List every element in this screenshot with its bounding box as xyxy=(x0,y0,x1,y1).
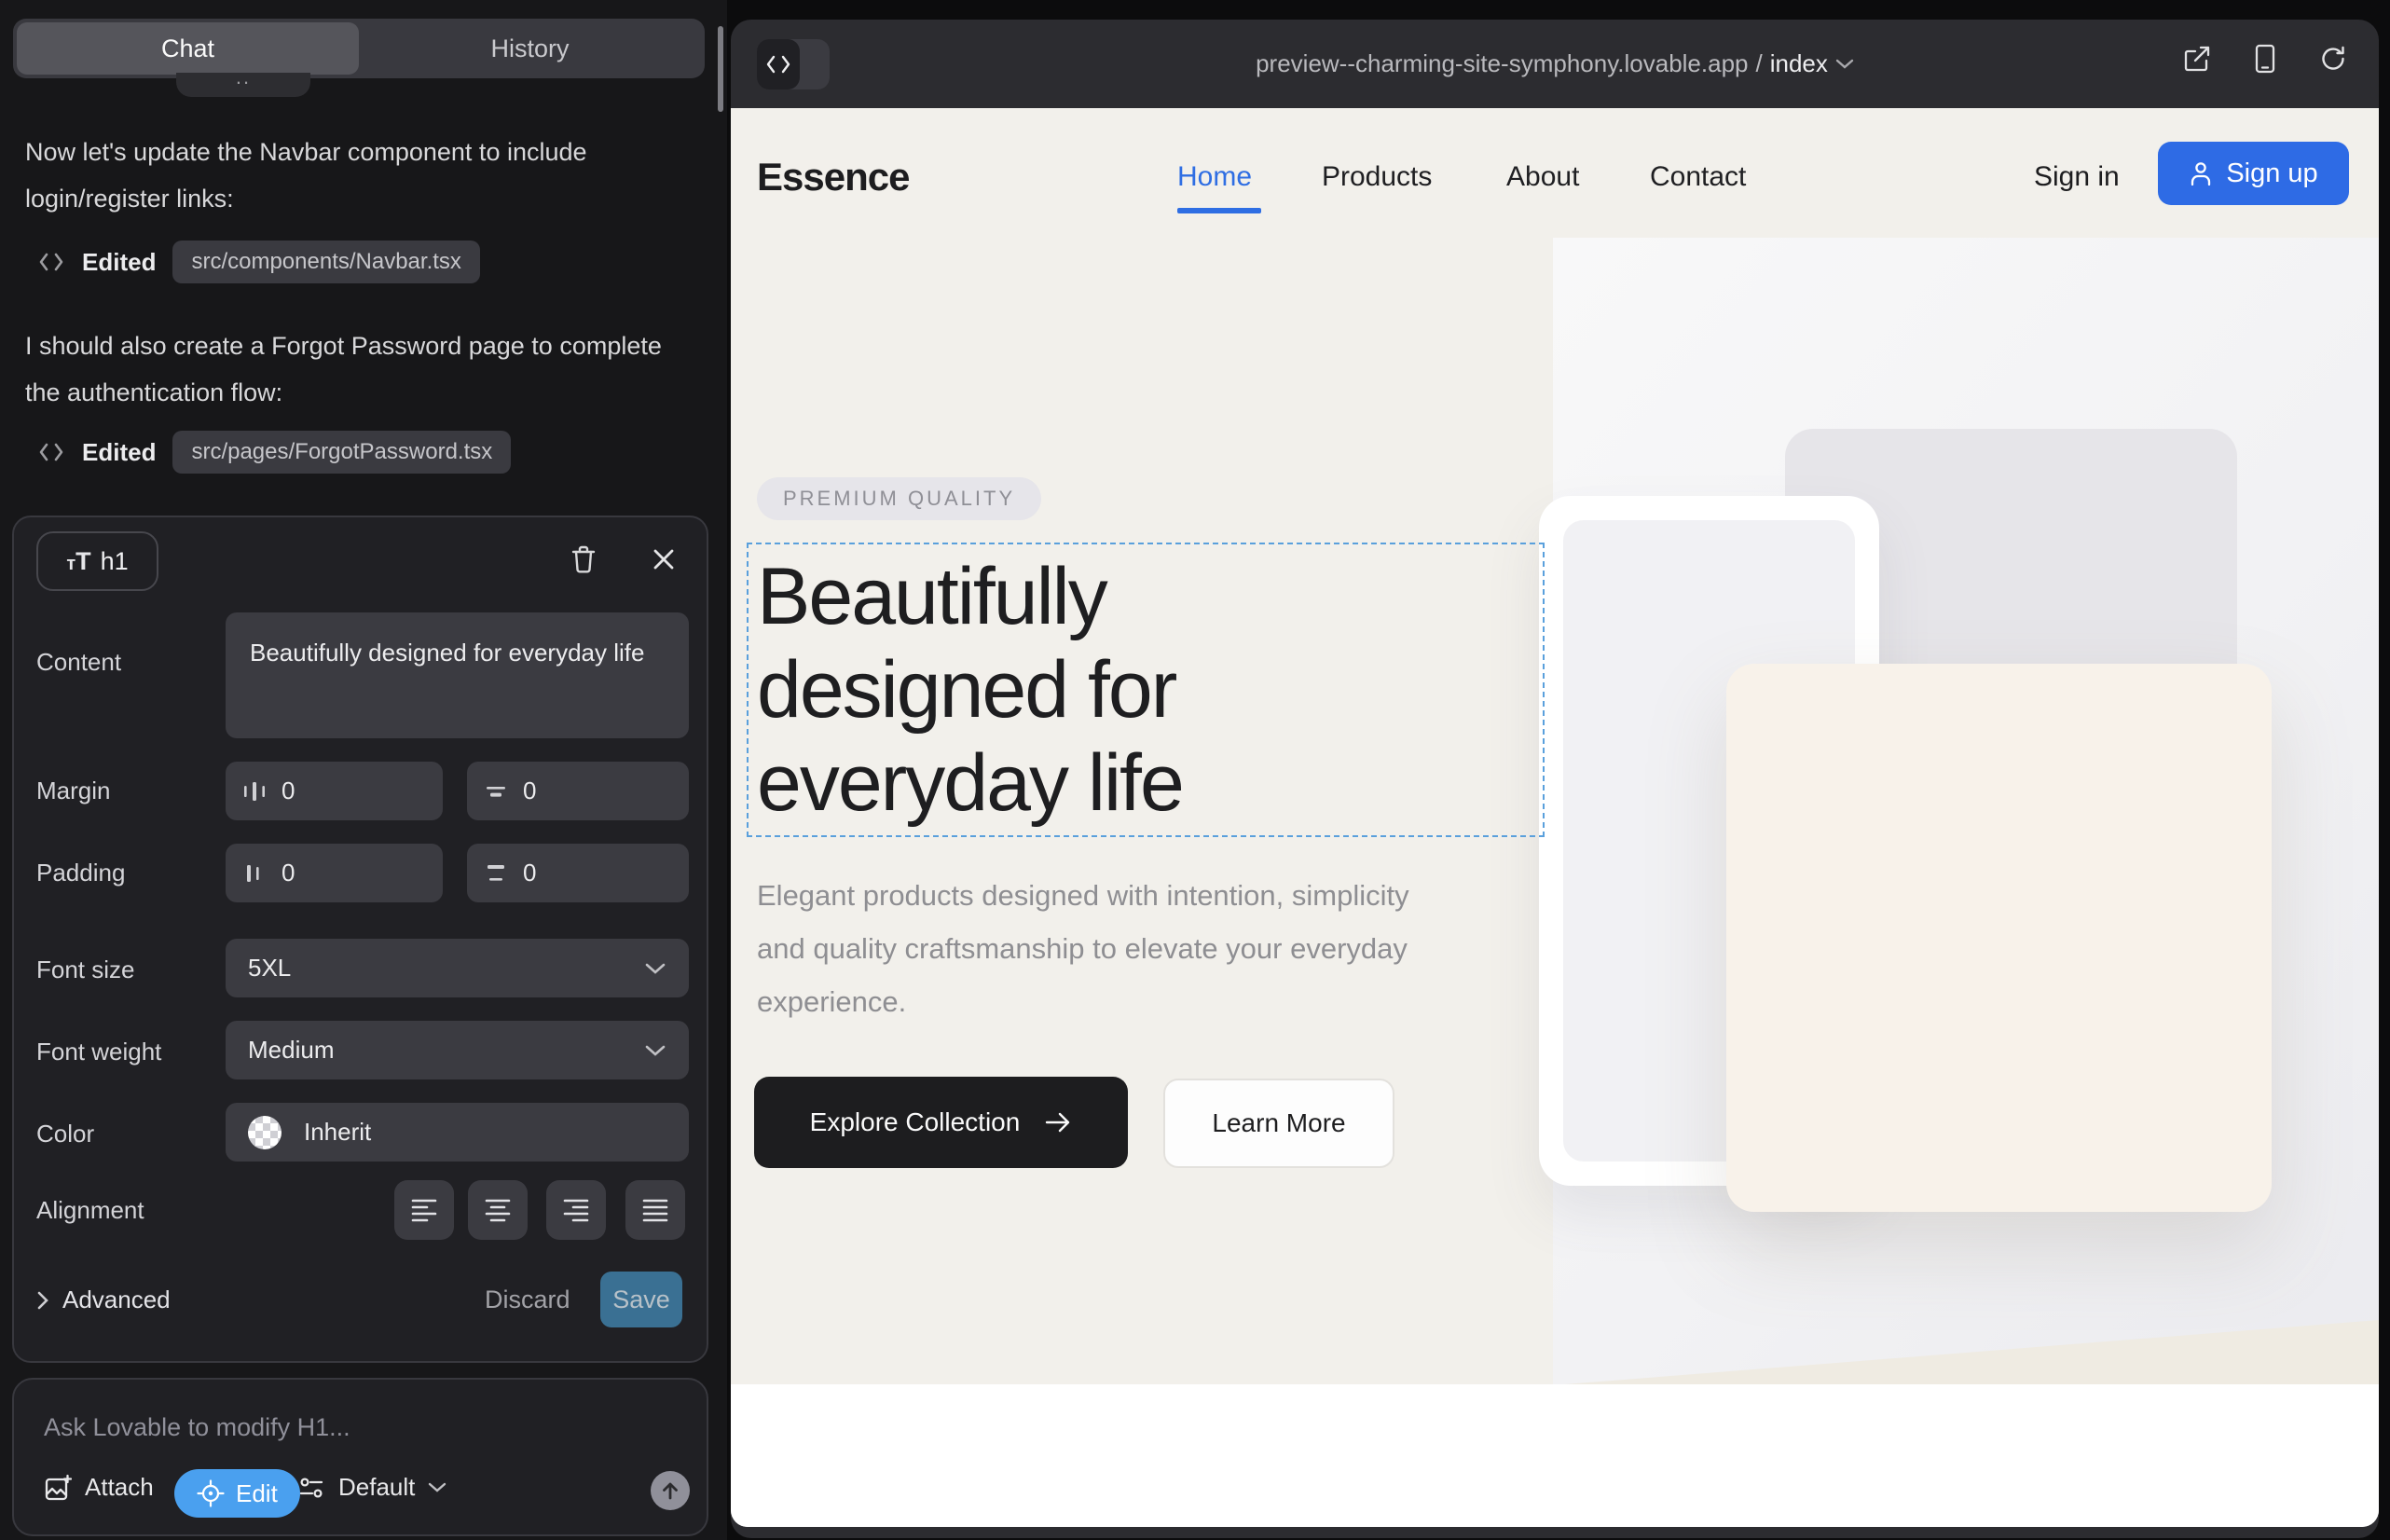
chevron-down-icon xyxy=(644,962,666,975)
edited-label: Edited xyxy=(82,248,156,277)
edit-mode-button[interactable]: Edit xyxy=(174,1469,300,1518)
element-editor-panel: тT h1 Content Beautifully designed for e… xyxy=(12,516,708,1363)
explore-collection-button[interactable]: Explore Collection xyxy=(754,1077,1128,1168)
edited-label: Edited xyxy=(82,438,156,467)
image-plus-icon xyxy=(44,1474,72,1502)
refresh-icon[interactable] xyxy=(2319,45,2347,73)
chevron-down-icon xyxy=(428,1482,446,1493)
content-input[interactable]: Beautifully designed for everyday life xyxy=(226,612,689,738)
nav-link-home[interactable]: Home xyxy=(1177,161,1252,193)
margin-horizontal-icon xyxy=(242,779,267,804)
url-bar[interactable]: preview--charming-site-symphony.lovable.… xyxy=(731,20,2379,108)
chat-input-card: Ask Lovable to modify H1... Attach Edit … xyxy=(12,1378,708,1536)
url-separator: / xyxy=(1756,49,1763,78)
url-domain: preview--charming-site-symphony.lovable.… xyxy=(1256,49,1748,78)
align-center-button[interactable] xyxy=(468,1180,528,1240)
padding-vertical-icon xyxy=(484,861,508,886)
attach-button[interactable]: Attach xyxy=(44,1473,154,1502)
color-swatch xyxy=(248,1116,282,1149)
site-navbar: Essence Home Products About Contact Sign… xyxy=(731,108,2379,238)
tab-history[interactable]: History xyxy=(359,22,701,75)
nav-link-contact[interactable]: Contact xyxy=(1650,161,1746,193)
align-right-button[interactable] xyxy=(546,1180,606,1240)
font-weight-label: Font weight xyxy=(36,1038,161,1066)
chevron-right-icon xyxy=(36,1290,49,1311)
nav-link-about[interactable]: About xyxy=(1506,161,1579,193)
close-icon[interactable] xyxy=(648,543,680,575)
padding-label: Padding xyxy=(36,859,125,887)
external-link-icon[interactable] xyxy=(2183,45,2211,73)
next-section-background xyxy=(731,1384,2379,1527)
save-button[interactable]: Save xyxy=(600,1272,682,1327)
send-button[interactable] xyxy=(651,1471,690,1510)
discard-button[interactable]: Discard xyxy=(485,1286,570,1314)
font-weight-select[interactable]: Medium xyxy=(226,1021,689,1079)
chat-message: I should also create a Forgot Password p… xyxy=(25,323,678,416)
font-size-label: Font size xyxy=(36,956,135,984)
trash-icon[interactable] xyxy=(568,543,599,575)
sidebar-scrollbar[interactable] xyxy=(718,26,723,112)
url-path: index xyxy=(1770,49,1828,78)
premium-quality-badge: PREMIUM QUALITY xyxy=(757,477,1041,520)
preview-browser-window: preview--charming-site-symphony.lovable.… xyxy=(731,20,2379,1538)
alignment-label: Alignment xyxy=(36,1196,144,1225)
site-viewport: Essence Home Products About Contact Sign… xyxy=(731,108,2379,1527)
hero-heading[interactable]: Beautifully designed for everyday life xyxy=(757,550,1353,830)
padding-x-input[interactable]: 0 xyxy=(226,844,443,902)
mobile-icon[interactable] xyxy=(2254,44,2276,74)
file-badge[interactable]: src/pages/ForgotPassword.tsx xyxy=(172,431,511,474)
arrow-up-icon xyxy=(660,1480,680,1501)
element-tag: h1 xyxy=(101,547,129,576)
sign-up-button[interactable]: Sign up xyxy=(2158,142,2349,205)
content-label: Content xyxy=(36,648,121,677)
browser-toolbar: preview--charming-site-symphony.lovable.… xyxy=(731,20,2379,108)
margin-vertical-icon xyxy=(484,779,508,804)
learn-more-button[interactable]: Learn More xyxy=(1163,1079,1394,1168)
active-nav-underline xyxy=(1177,208,1261,213)
margin-label: Margin xyxy=(36,777,110,805)
padding-y-input[interactable]: 0 xyxy=(467,844,689,902)
code-icon xyxy=(765,54,791,75)
chevron-down-icon xyxy=(644,1044,666,1057)
edited-file-row[interactable]: Edited src/pages/ForgotPassword.tsx xyxy=(37,431,511,474)
code-icon xyxy=(37,440,65,464)
edited-file-row[interactable]: Edited src/components/Navbar.tsx xyxy=(37,241,480,283)
placeholder-card-cream xyxy=(1726,664,2272,1212)
user-icon xyxy=(2189,160,2213,186)
sliders-icon xyxy=(297,1474,325,1502)
font-size-select[interactable]: 5XL xyxy=(226,939,689,997)
chat-history-tabs: Chat History xyxy=(13,19,705,78)
hero-paragraph: Elegant products designed with intention… xyxy=(757,869,1409,1028)
margin-x-input[interactable]: 0 xyxy=(226,762,443,820)
type-icon: тT xyxy=(66,547,90,576)
padding-horizontal-icon xyxy=(242,861,267,886)
nav-link-products[interactable]: Products xyxy=(1322,161,1432,193)
scrolled-pill: .. xyxy=(176,73,310,97)
margin-y-input[interactable]: 0 xyxy=(467,762,689,820)
site-logo[interactable]: Essence xyxy=(757,155,909,199)
file-badge[interactable]: src/components/Navbar.tsx xyxy=(172,241,479,283)
sign-in-link[interactable]: Sign in xyxy=(2034,161,2120,193)
code-icon xyxy=(37,250,65,274)
chat-message: Now let's update the Navbar component to… xyxy=(25,129,678,222)
align-justify-button[interactable] xyxy=(625,1180,685,1240)
chevron-down-icon xyxy=(1835,59,1854,70)
arrow-right-icon xyxy=(1044,1111,1072,1134)
code-toggle-button[interactable] xyxy=(757,39,800,89)
view-toggle xyxy=(757,39,830,89)
color-label: Color xyxy=(36,1120,94,1148)
chat-input[interactable]: Ask Lovable to modify H1... xyxy=(44,1413,350,1442)
align-left-button[interactable] xyxy=(394,1180,454,1240)
color-select[interactable]: Inherit xyxy=(226,1103,689,1162)
tab-chat[interactable]: Chat xyxy=(17,22,359,75)
crosshair-icon xyxy=(197,1479,225,1507)
advanced-toggle[interactable]: Advanced xyxy=(36,1286,171,1314)
element-tag-badge[interactable]: тT h1 xyxy=(36,531,158,591)
lovable-sidebar: Chat History .. Now let's update the Nav… xyxy=(0,0,727,1540)
mode-select[interactable]: Default xyxy=(297,1473,446,1502)
